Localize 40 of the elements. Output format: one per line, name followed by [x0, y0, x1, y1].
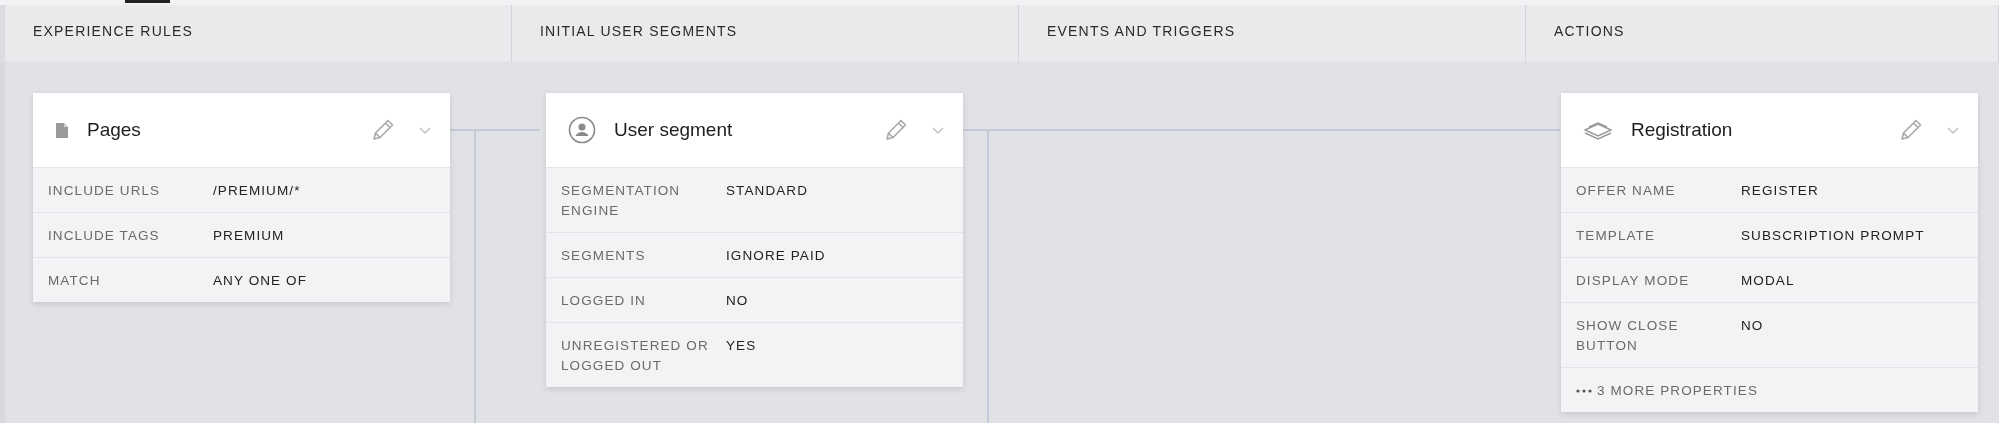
property-value: NO: [726, 292, 749, 310]
property-value: YES: [726, 337, 757, 355]
property-value: STANDARD: [726, 182, 809, 200]
property-value: REGISTER: [1741, 182, 1819, 200]
property-label: SHOW CLOSE BUTTON: [1576, 317, 1680, 355]
column-header: EXPERIENCE RULES: [5, 5, 512, 62]
property-value: MODAL: [1741, 272, 1795, 290]
tab-indicator: [125, 0, 170, 3]
property-value: /PREMIUM/*: [213, 182, 301, 200]
chevron-icon[interactable]: [931, 125, 945, 135]
column-header: ACTIONS: [1526, 5, 1999, 62]
property-value: SUBSCRIPTION PROMPT: [1741, 227, 1925, 245]
chevron-icon[interactable]: [418, 125, 432, 135]
property-label: UNREGISTERED OR LOGGED OUT: [561, 337, 710, 375]
column-header: EVENTS AND TRIGGERS: [1019, 5, 1526, 62]
edit-icon[interactable]: [1898, 117, 1924, 143]
more-icon: [1576, 389, 1592, 393]
card-title: Registration: [1631, 119, 1734, 141]
property-label: SEGMENTATION ENGINE: [561, 182, 682, 220]
user-icon: [568, 116, 596, 144]
property-value: ANY ONE OF: [213, 272, 308, 290]
property-label: INCLUDE TAGS: [48, 227, 161, 245]
property-label: INCLUDE URLS: [48, 182, 162, 200]
property-label: LOGGED IN: [561, 292, 647, 310]
property-value: PREMIUM: [213, 227, 285, 245]
property-label: SEGMENTS: [561, 247, 647, 265]
property-value: IGNORE PAID: [726, 247, 826, 265]
document-icon: [55, 121, 69, 139]
property-value: NO: [1741, 317, 1764, 335]
property-label: DISPLAY MODE: [1576, 272, 1691, 290]
edit-icon[interactable]: [883, 117, 909, 143]
more-properties-link[interactable]: 3 MORE PROPERTIES: [1597, 381, 1758, 401]
property-label: OFFER NAME: [1576, 182, 1677, 200]
chevron-icon[interactable]: [1946, 125, 1960, 135]
card-title: Pages: [87, 119, 142, 141]
card-title: User segment: [614, 119, 734, 141]
column-header: INITIAL USER SEGMENTS: [512, 5, 1019, 62]
property-label: TEMPLATE: [1576, 227, 1657, 245]
property-label: MATCH: [48, 272, 102, 290]
edit-icon[interactable]: [370, 117, 396, 143]
